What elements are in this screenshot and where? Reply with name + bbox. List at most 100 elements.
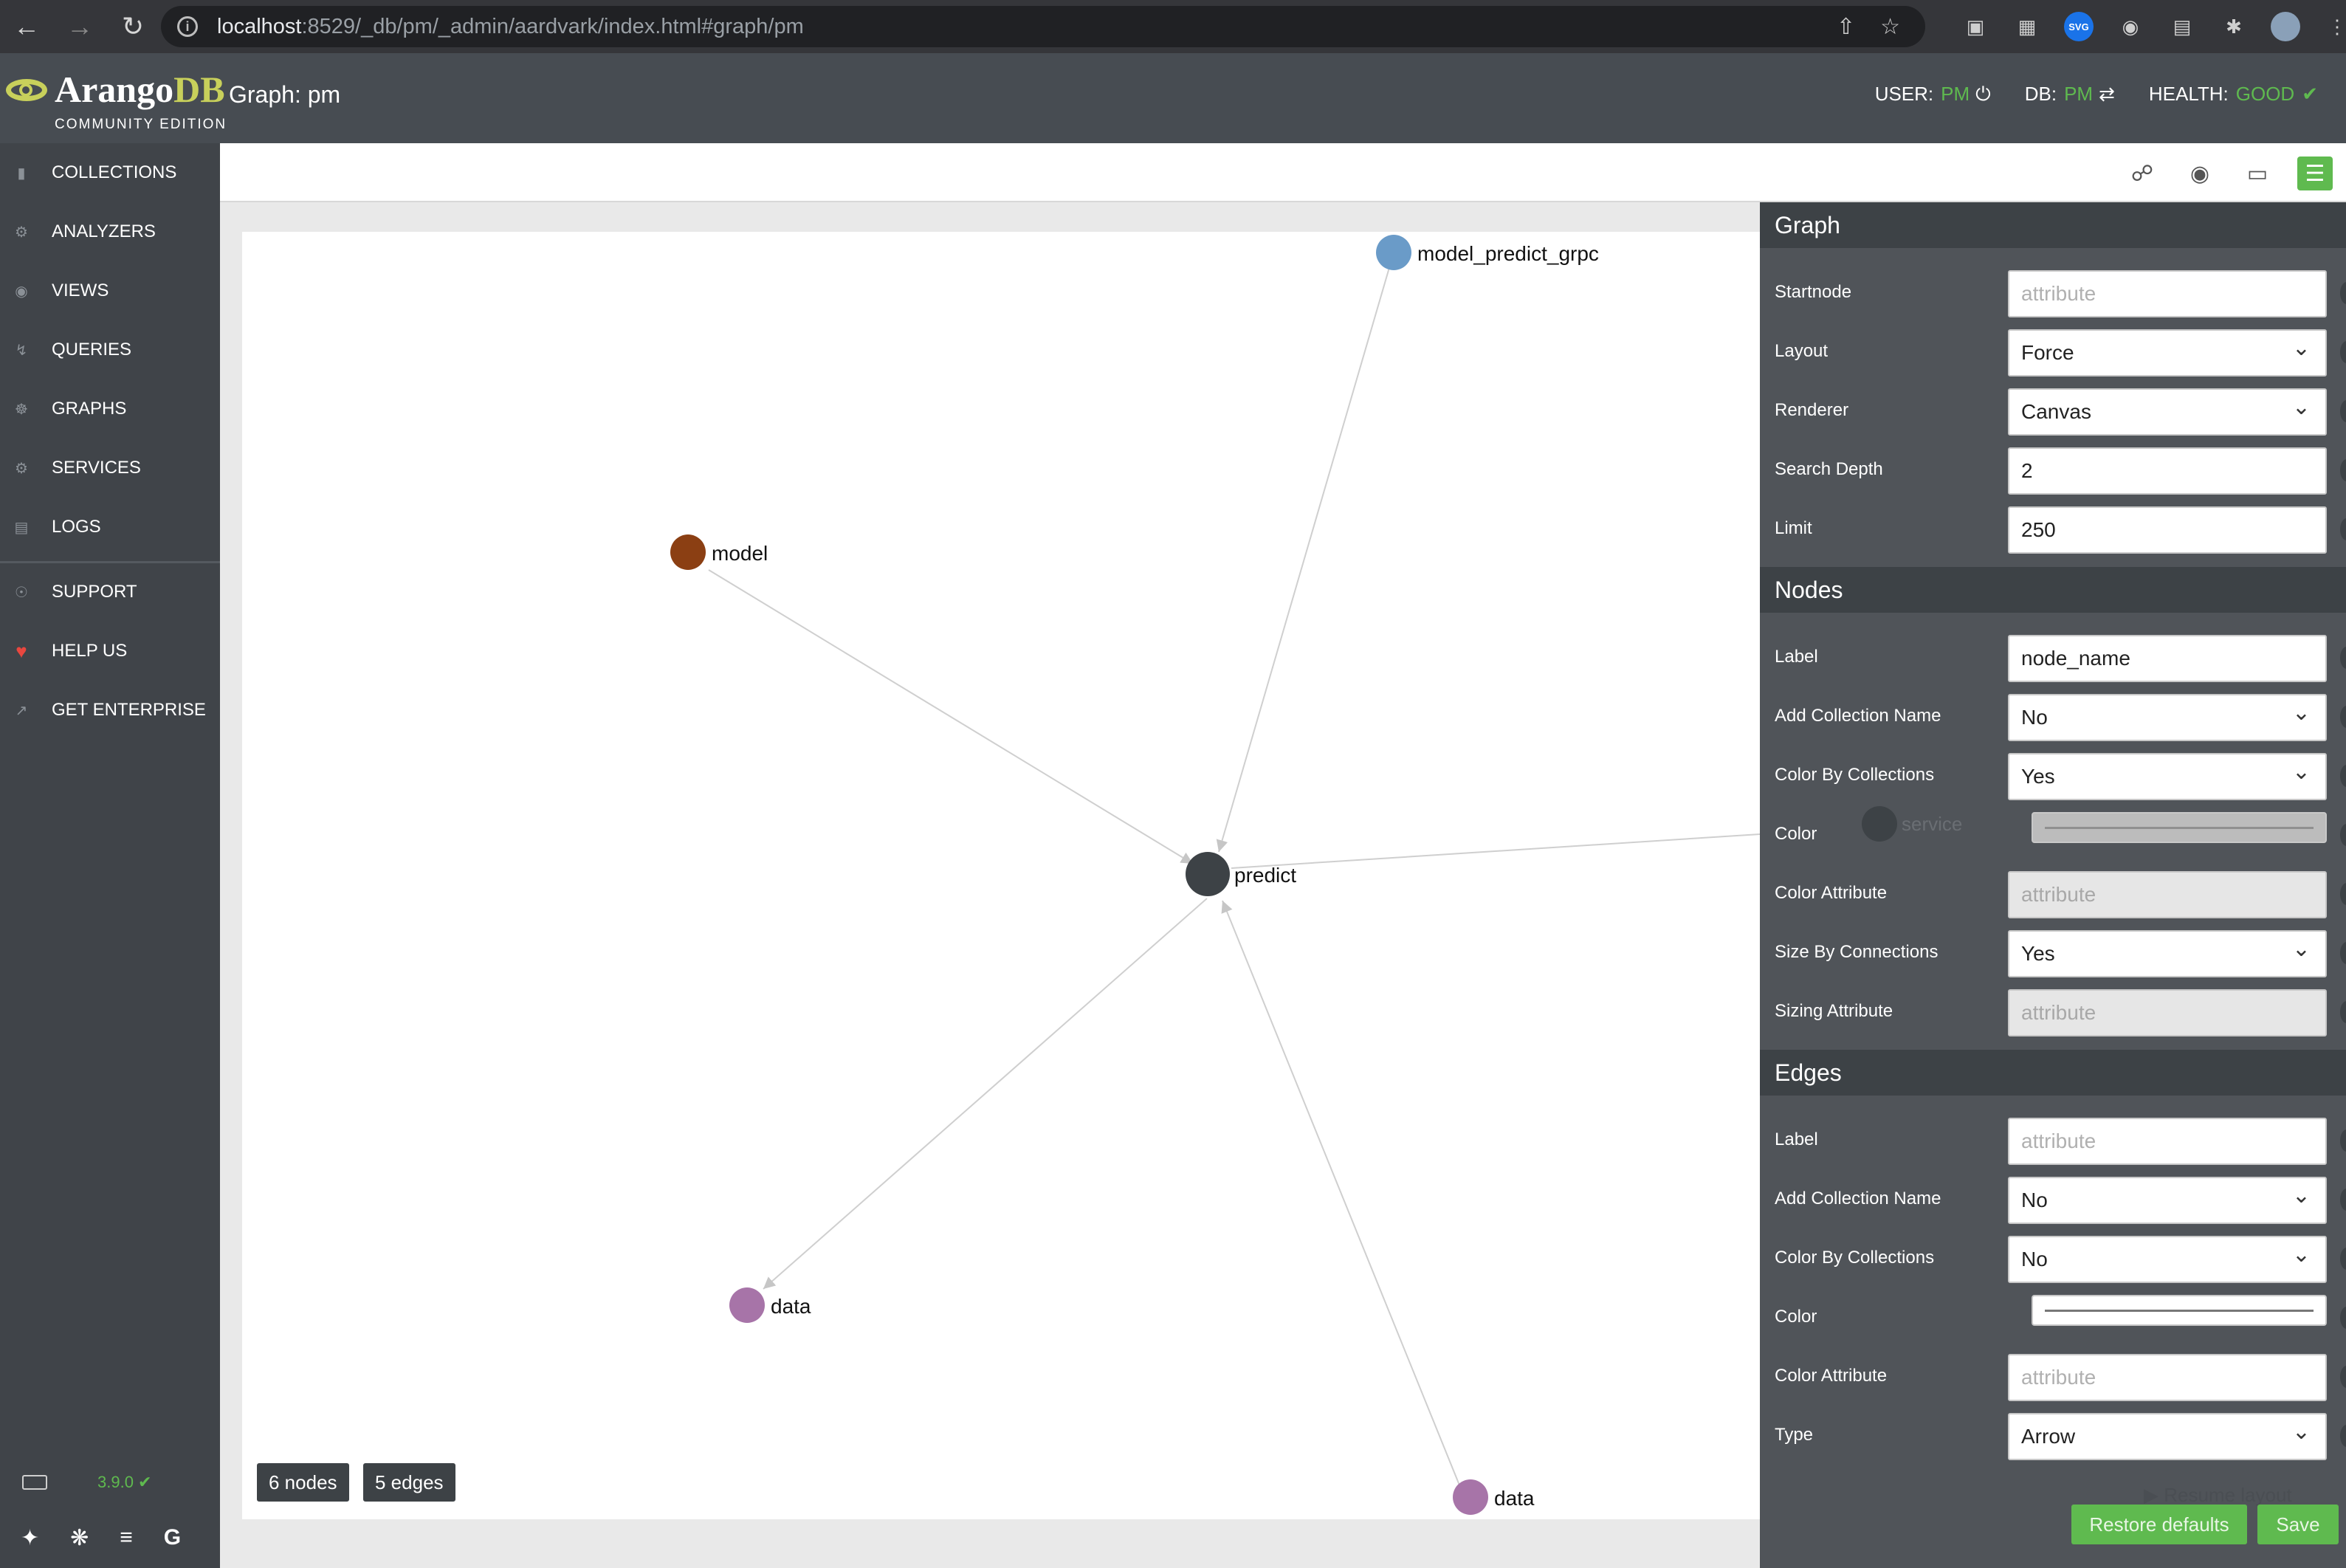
svg-extension-icon[interactable]: SVG bbox=[2064, 12, 2094, 41]
edge-add-collection-select[interactable]: No bbox=[2008, 1177, 2327, 1224]
node-color-picker[interactable] bbox=[2032, 812, 2327, 843]
edge-label-input[interactable]: attribute bbox=[2008, 1118, 2327, 1165]
node-add-collection-label: Add Collection Name bbox=[1775, 706, 1941, 726]
puzzle-extensions-icon[interactable]: ✱ bbox=[2219, 12, 2249, 41]
sidebar-item-support[interactable]: ☉ SUPPORT bbox=[0, 563, 220, 622]
node-color-by-collections-label: Color By Collections bbox=[1775, 765, 1935, 785]
back-arrow-icon[interactable]: ← bbox=[0, 0, 53, 53]
profile-avatar[interactable] bbox=[2271, 12, 2300, 41]
edge-add-collection-label: Add Collection Name bbox=[1775, 1189, 1941, 1208]
google-icon[interactable]: G bbox=[164, 1525, 181, 1551]
renderer-select[interactable]: Canvas bbox=[2008, 388, 2327, 436]
graph-canvas[interactable]: model_predict_grpc model predict data da… bbox=[242, 232, 1760, 1519]
help-tooltip-icon[interactable] bbox=[2340, 942, 2346, 964]
sidebar-item-views[interactable]: ◉ VIEWS bbox=[0, 261, 220, 320]
help-tooltip-icon[interactable] bbox=[2340, 400, 2346, 422]
sidebar-item-get-enterprise[interactable]: ↗ GET ENTERPRISE bbox=[0, 681, 220, 740]
help-tooltip-icon[interactable] bbox=[2340, 1366, 2346, 1388]
edge-count-badge: 5 edges bbox=[363, 1463, 455, 1502]
help-tooltip-icon[interactable] bbox=[2340, 765, 2346, 787]
search-depth-label: Search Depth bbox=[1775, 459, 1883, 479]
help-tooltip-icon[interactable] bbox=[2340, 1001, 2346, 1023]
sidebar-item-collections[interactable]: ▮ COLLECTIONS bbox=[0, 143, 220, 202]
share-icon[interactable]: ⇧ bbox=[1837, 14, 1855, 40]
camera-icon[interactable]: ◉ bbox=[2182, 157, 2218, 190]
keyboard-icon[interactable] bbox=[22, 1475, 47, 1490]
save-button[interactable]: Save bbox=[2257, 1505, 2339, 1544]
app-header: ArangoDB COMMUNITY EDITION Graph: pm USE… bbox=[0, 53, 2346, 143]
slack-icon[interactable]: ❋ bbox=[70, 1525, 89, 1551]
sizing-attribute-label: Sizing Attribute bbox=[1775, 1001, 1893, 1021]
node-label-input[interactable]: node_name bbox=[2008, 635, 2327, 682]
startnode-input[interactable]: attribute bbox=[2008, 270, 2327, 317]
help-tooltip-icon[interactable] bbox=[2340, 824, 2346, 846]
edge-color-attribute-label: Color Attribute bbox=[1775, 1366, 1888, 1386]
help-tooltip-icon[interactable] bbox=[2340, 518, 2346, 540]
node-color-attribute-input[interactable]: attribute bbox=[2008, 871, 2327, 918]
twitter-icon[interactable]: ✦ bbox=[21, 1525, 39, 1551]
status-bar: USER: PM ⏻ DB: PM ⇄ HEALTH: GOOD ✔ bbox=[1875, 83, 2318, 106]
extension-icon[interactable]: ▣ bbox=[1961, 12, 1990, 41]
sidebar: ▮ COLLECTIONS ⚙ ANALYZERS ◉ VIEWS ↯ QUERIES … bbox=[0, 143, 220, 1568]
sidebar-item-help-us[interactable]: ♥ HELP US bbox=[0, 622, 220, 681]
sidebar-item-services[interactable]: ⚙ SERVICES bbox=[0, 439, 220, 498]
browser-menu-icon[interactable]: ⋮ bbox=[2322, 12, 2346, 41]
social-links: ✦ ❋ ≡ G bbox=[21, 1525, 181, 1551]
edge bbox=[763, 898, 1208, 1290]
node-add-collection-select[interactable]: No bbox=[2008, 694, 2327, 741]
edge-type-select[interactable]: Arrow bbox=[2008, 1413, 2327, 1460]
sidebar-item-graphs[interactable]: ☸ GRAPHS bbox=[0, 379, 220, 439]
graph-node bbox=[1186, 852, 1230, 896]
site-info-icon[interactable]: i bbox=[177, 16, 198, 37]
graph-node-label: model_predict_grpc bbox=[1417, 242, 1599, 265]
extension-icon[interactable]: ◉ bbox=[2116, 12, 2145, 41]
help-tooltip-icon[interactable] bbox=[2340, 706, 2346, 728]
sidebar-item-logs[interactable]: ▤ LOGS bbox=[0, 498, 220, 557]
forward-arrow-icon[interactable]: → bbox=[53, 0, 106, 53]
sidebar-item-analyzers[interactable]: ⚙ ANALYZERS bbox=[0, 202, 220, 261]
address-bar[interactable]: i localhost:8529/_db/pm/_admin/aardvark/… bbox=[161, 6, 1925, 47]
edition-label: COMMUNITY EDITION bbox=[55, 117, 227, 132]
help-tooltip-icon[interactable] bbox=[2340, 459, 2346, 481]
help-tooltip-icon[interactable] bbox=[2340, 1129, 2346, 1152]
help-tooltip-icon[interactable] bbox=[2340, 341, 2346, 363]
help-tooltip-icon[interactable] bbox=[2340, 1425, 2346, 1447]
user-status[interactable]: USER: PM ⏻ bbox=[1875, 83, 1991, 106]
help-tooltip-icon[interactable] bbox=[2340, 1248, 2346, 1270]
edge-color-picker[interactable] bbox=[2032, 1295, 2327, 1326]
url-path: :8529/_db/pm/_admin/aardvark/index.html#… bbox=[301, 14, 804, 38]
graph-node-label: model bbox=[712, 542, 768, 565]
share-icon[interactable]: ☍ bbox=[2125, 157, 2160, 190]
nodes-section-title: Nodes bbox=[1760, 567, 2346, 613]
sizing-attribute-input[interactable]: attribute bbox=[2008, 989, 2327, 1036]
reload-icon[interactable]: ↻ bbox=[106, 0, 159, 53]
stackoverflow-icon[interactable]: ≡ bbox=[120, 1525, 133, 1551]
edge-color-attribute-input[interactable]: attribute bbox=[2008, 1354, 2327, 1401]
size-by-connections-select[interactable]: Yes bbox=[2008, 930, 2327, 977]
version-label[interactable]: 3.9.0 ✔ bbox=[97, 1473, 151, 1492]
limit-input[interactable]: 250 bbox=[2008, 506, 2327, 554]
help-tooltip-icon[interactable] bbox=[2340, 1307, 2346, 1329]
layout-select[interactable]: Force bbox=[2008, 329, 2327, 376]
restore-defaults-button[interactable]: Restore defaults bbox=[2071, 1505, 2247, 1544]
help-tooltip-icon[interactable] bbox=[2340, 647, 2346, 669]
help-tooltip-icon[interactable] bbox=[2340, 282, 2346, 304]
extension-icon[interactable]: ▦ bbox=[2012, 12, 2042, 41]
resume-layout-button[interactable]: ▶ Resume layout bbox=[2144, 1484, 2292, 1507]
node-color-by-collections-select[interactable]: Yes bbox=[2008, 753, 2327, 800]
db-status[interactable]: DB: PM ⇄ bbox=[2025, 83, 2115, 106]
extension-icon[interactable]: ▤ bbox=[2167, 12, 2197, 41]
edge-color-by-collections-label: Color By Collections bbox=[1775, 1248, 1935, 1268]
node-count-badge: 6 nodes bbox=[257, 1463, 349, 1502]
edge-color-by-collections-select[interactable]: No bbox=[2008, 1236, 2327, 1283]
search-depth-input[interactable]: 2 bbox=[2008, 447, 2327, 495]
fullscreen-monitor-icon[interactable]: ▭ bbox=[2240, 157, 2275, 190]
help-tooltip-icon[interactable] bbox=[2340, 1189, 2346, 1211]
graph-settings-panel: Graph Startnode attribute Layout Force R… bbox=[1760, 202, 2346, 1568]
bookmark-star-icon[interactable]: ☆ bbox=[1880, 14, 1900, 40]
page-title: Graph: pm bbox=[229, 81, 341, 108]
arangodb-logo[interactable]: ArangoDB bbox=[6, 68, 225, 111]
sidebar-item-queries[interactable]: ↯ QUERIES bbox=[0, 320, 220, 379]
help-tooltip-icon[interactable] bbox=[2340, 883, 2346, 905]
menu-toggle-button[interactable]: ☰ bbox=[2297, 157, 2333, 190]
